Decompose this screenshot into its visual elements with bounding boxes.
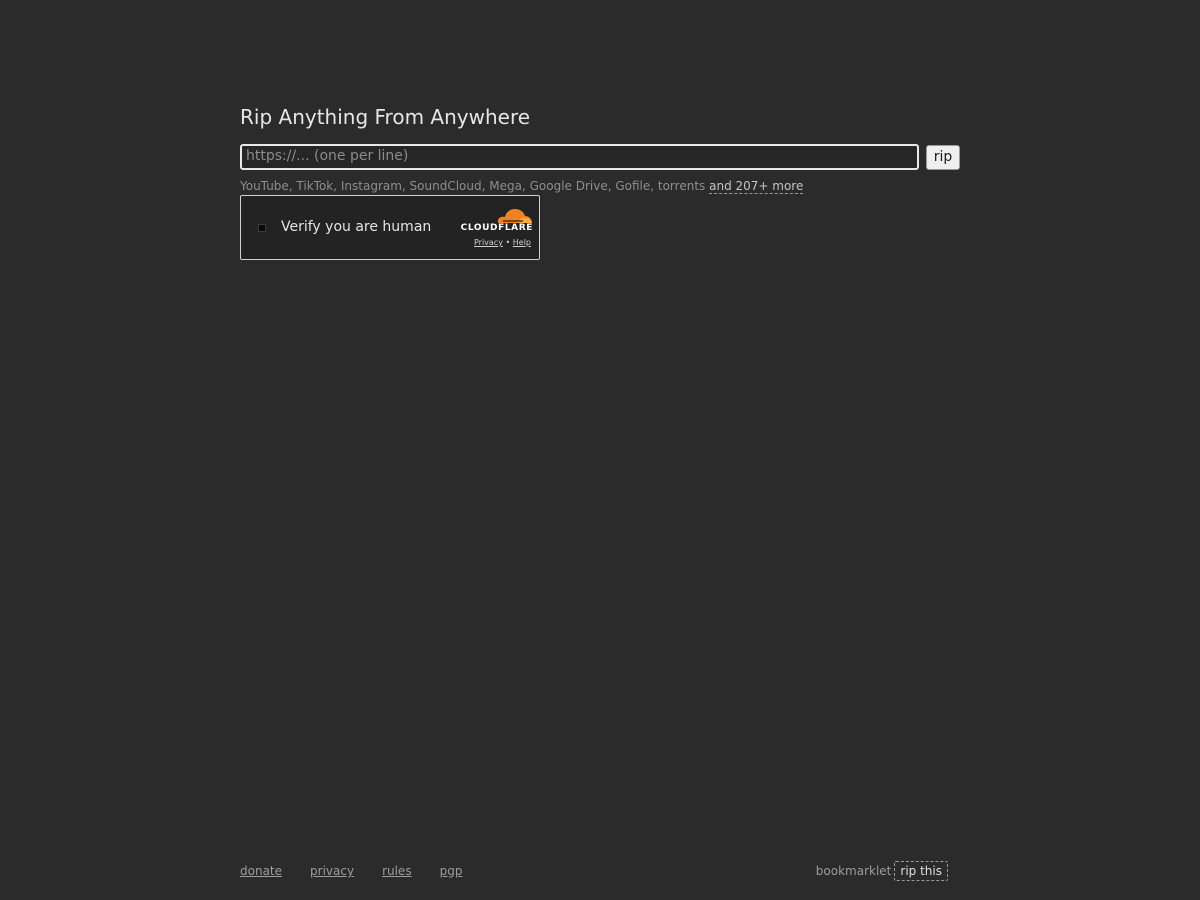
supported-sites: YouTube, TikTok, Instagram, SoundCloud, …	[240, 178, 960, 194]
captcha-help-link[interactable]: Help	[513, 238, 531, 247]
more-sites-link[interactable]: and 207+ more	[709, 179, 804, 194]
input-row: rip	[240, 144, 960, 170]
rip-button[interactable]: rip	[926, 144, 960, 170]
privacy-link[interactable]: privacy	[310, 862, 354, 880]
captcha-separator: •	[505, 238, 511, 247]
page-title: Rip Anything From Anywhere	[240, 105, 531, 129]
url-input[interactable]	[240, 144, 919, 170]
captcha-widget: Verify you are human CLOUDFLARE Privacy …	[240, 195, 540, 260]
donate-link[interactable]: donate	[240, 862, 282, 880]
captcha-label: Verify you are human	[281, 219, 432, 235]
captcha-checkbox[interactable]	[258, 224, 266, 232]
pgp-link[interactable]: pgp	[440, 862, 463, 880]
cloud-icon	[497, 209, 532, 223]
supported-sites-list: YouTube, TikTok, Instagram, SoundCloud, …	[240, 179, 706, 193]
main-content: Rip Anything From Anywhere rip YouTube, …	[240, 103, 960, 260]
cloudflare-wordmark: CLOUDFLARE	[460, 223, 533, 233]
page: Rip Anything From Anywhere rip YouTube, …	[0, 0, 1200, 900]
captcha-privacy-link[interactable]: Privacy	[474, 238, 503, 247]
footer-links: donate privacy rules pgp	[240, 862, 462, 880]
captcha-links: Privacy • Help	[474, 238, 531, 248]
rules-link[interactable]: rules	[382, 862, 412, 880]
bookmarklet: bookmarklet rip this	[816, 861, 948, 881]
bookmarklet-link[interactable]: rip this	[894, 861, 948, 881]
bookmarklet-label: bookmarklet	[815, 864, 892, 878]
